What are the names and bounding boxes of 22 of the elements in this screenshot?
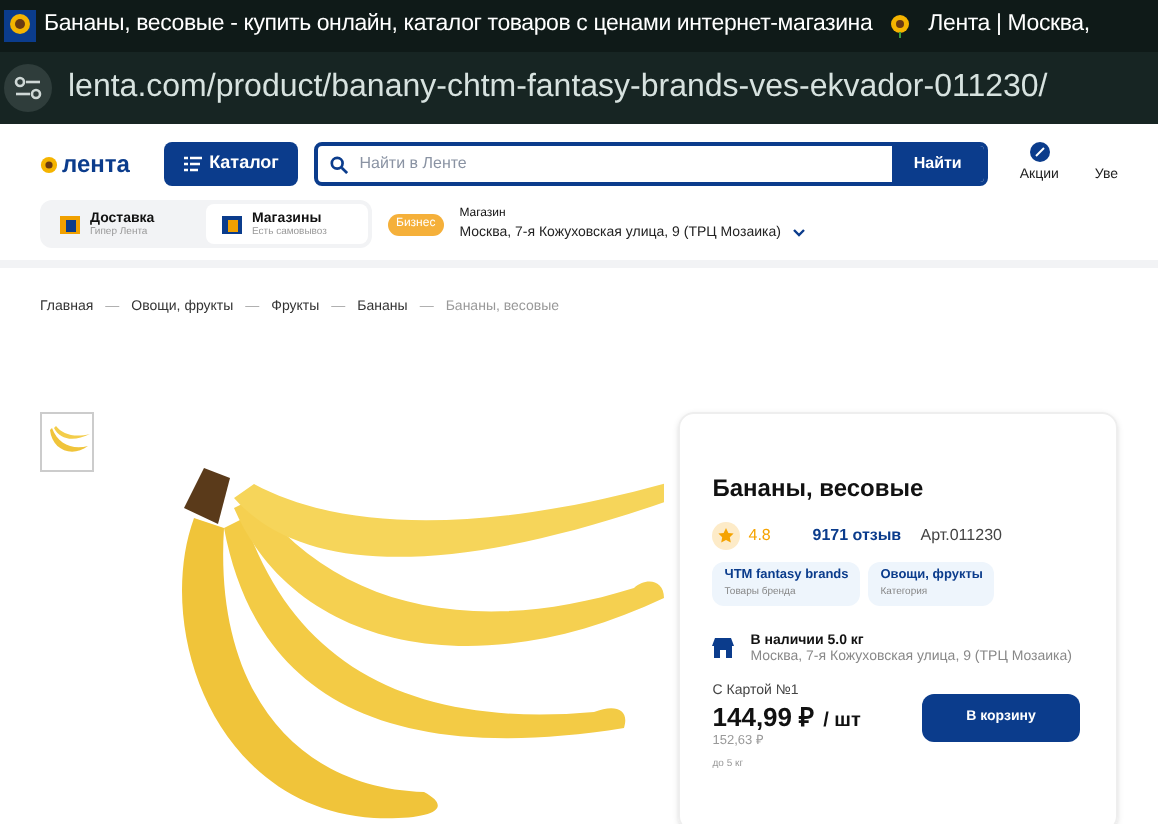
chevron-down-icon[interactable] <box>792 228 807 238</box>
tab-title-suffix: Лента | Москва, <box>928 10 1090 41</box>
sunflower-icon <box>888 14 913 38</box>
store-icon <box>222 215 242 233</box>
sunflower-icon <box>4 10 36 42</box>
catalog-button[interactable]: Каталог <box>164 142 298 186</box>
search-field[interactable]: Найти в Ленте Найти <box>313 142 988 186</box>
thumbnail[interactable] <box>40 412 95 472</box>
store-icon <box>712 638 735 658</box>
search-icon <box>329 155 348 173</box>
rating-value: 4.8 <box>748 524 773 548</box>
price-unit: / шт <box>823 711 861 731</box>
article-number: Арт.011230 <box>920 524 1002 548</box>
site-settings-icon[interactable] <box>4 64 52 112</box>
tab-title: Бананы, весовые - купить онлайн, каталог товаров с ценами интернет-магазина <box>44 10 873 41</box>
logo[interactable]: лента <box>40 146 149 182</box>
menu-icon <box>183 156 202 172</box>
delivery-icon <box>60 215 80 233</box>
price: 144,99 ₽ <box>712 703 816 729</box>
product-title: Бананы, весовые <box>712 472 926 506</box>
reviews-link[interactable]: 9171 отзыв <box>812 524 913 548</box>
search-button[interactable]: Найти <box>891 146 984 182</box>
